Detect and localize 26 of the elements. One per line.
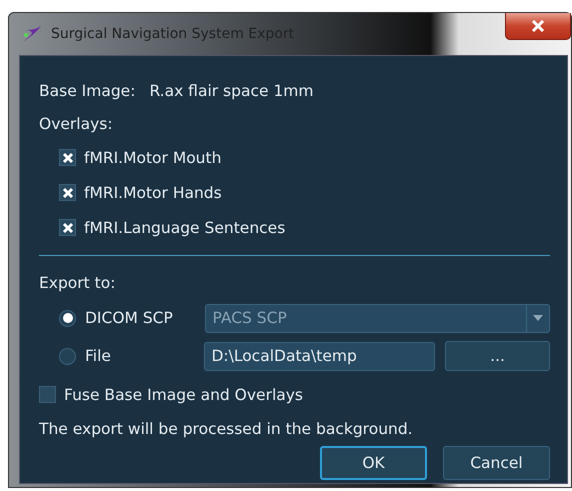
dropdown-arrow-icon (533, 315, 543, 321)
overlays-label: Overlays: (39, 114, 113, 132)
checkbox[interactable] (59, 184, 76, 201)
close-icon (531, 20, 545, 32)
radio-button[interactable] (59, 310, 76, 326)
option-label: File (85, 347, 111, 365)
info-message: The export will be processed in the background. (39, 419, 414, 440)
export-to-label: Export to: (39, 274, 116, 292)
overlay-label: fMRI.Motor Hands (84, 184, 222, 202)
browse-button[interactable]: ... (445, 341, 550, 371)
close-button[interactable] (505, 13, 571, 40)
server-dropdown[interactable]: PACS SCP (204, 304, 550, 332)
swoosh-icon (21, 24, 43, 44)
checkbox[interactable] (59, 219, 76, 236)
base-image-value: R.ax flair space 1mm (149, 82, 314, 100)
dialog-button[interactable]: Cancel (443, 446, 550, 480)
fuse-label: Fuse Base Image and Overlays (64, 386, 303, 404)
overlay-label: fMRI.Language Sentences (84, 218, 286, 236)
checkbox[interactable] (39, 386, 56, 403)
overlay-label: fMRI.Motor Mouth (84, 148, 222, 166)
option-label: DICOM SCP (85, 309, 173, 327)
path-field[interactable]: D:\LocalData\temp (204, 342, 436, 370)
base-image-label: Base Image: (39, 82, 136, 100)
dialog-button[interactable]: OK (320, 446, 427, 480)
radio-button[interactable] (59, 348, 76, 364)
checkbox[interactable] (59, 149, 76, 166)
